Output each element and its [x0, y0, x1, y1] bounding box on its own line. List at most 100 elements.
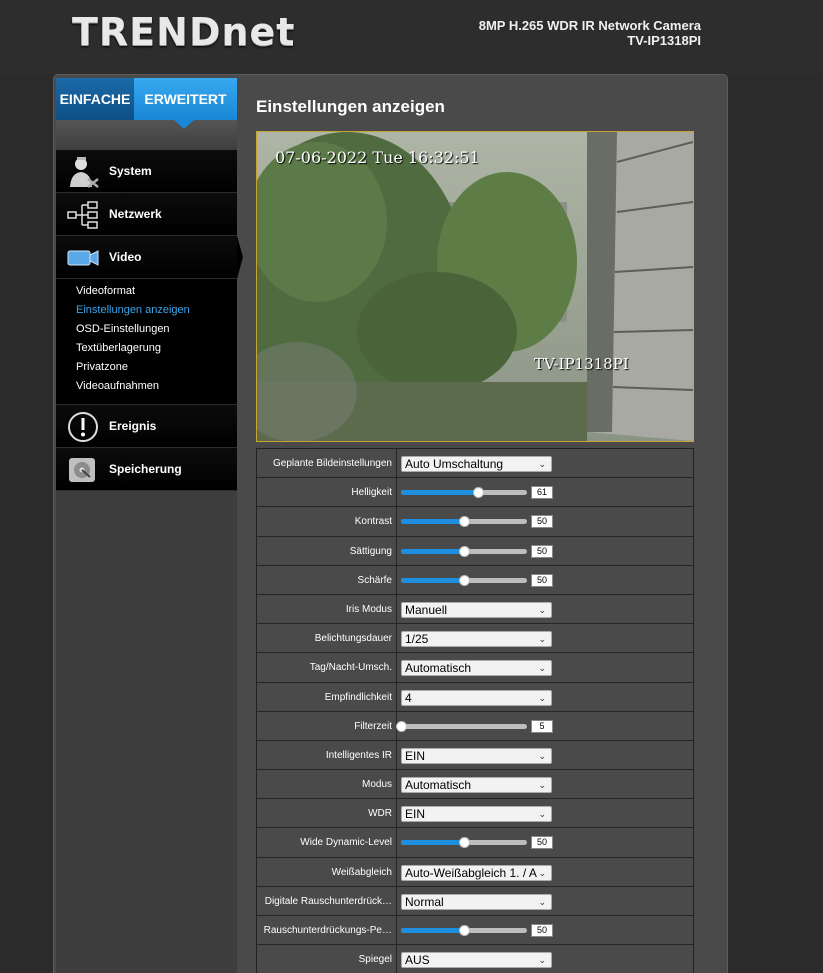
settings-row: Modus Automatisch ⌄	[257, 770, 693, 800]
setting-select[interactable]: Automatisch ⌄	[401, 660, 552, 677]
setting-select[interactable]: Manuell ⌄	[401, 601, 552, 618]
submenu-item-osd-settings[interactable]: OSD-Einstellungen	[56, 320, 237, 339]
storage-disk-icon	[69, 458, 95, 482]
setting-control-cell: Normal ⌄	[397, 887, 693, 915]
settings-row: Intelligentes IR EIN ⌄	[257, 740, 693, 771]
slider-fill	[401, 840, 464, 846]
settings-row: WDR EIN ⌄	[257, 799, 693, 829]
select-value: 4	[405, 690, 412, 705]
sidebar-item-label: Ereignis	[109, 419, 157, 433]
setting-slider[interactable]	[401, 516, 527, 528]
sidebar-item-video[interactable]: Video	[56, 236, 243, 279]
chevron-down-icon: ⌄	[538, 692, 546, 703]
sidebar-item-label: Speicherung	[109, 462, 182, 476]
setting-control-cell: AUS ⌄	[397, 945, 693, 973]
submenu-item-text-overlay[interactable]: Textüberlagerung	[56, 339, 237, 358]
page-title: Einstellungen anzeigen	[256, 97, 445, 116]
chevron-down-icon: ⌄	[538, 634, 546, 645]
video-submenu: Videoformat Einstellungen anzeigen OSD-E…	[56, 279, 237, 405]
setting-control-cell: 50	[397, 828, 693, 856]
setting-slider[interactable]	[401, 487, 527, 499]
settings-row: Wide Dynamic-Level 50	[257, 828, 693, 858]
settings-row: Rauschunterdrückungs-Pe… 50	[257, 916, 693, 946]
setting-label: Belichtungsdauer	[257, 624, 397, 653]
setting-select[interactable]: Normal ⌄	[401, 893, 552, 910]
slider-handle[interactable]	[459, 925, 470, 936]
slider-handle[interactable]	[396, 720, 407, 732]
setting-select[interactable]: EIN ⌄	[401, 806, 552, 823]
sidebar-item-event[interactable]: Ereignis	[56, 405, 237, 448]
setting-label: Empfindlichkeit	[257, 682, 397, 711]
setting-slider[interactable]	[401, 545, 527, 557]
sidebar-item-label: Netzwerk	[109, 207, 162, 221]
tab-simple[interactable]: EINFACHE	[56, 78, 134, 120]
slider-value-field[interactable]: 50	[531, 515, 553, 529]
setting-select[interactable]: Auto Umschaltung ⌄	[401, 456, 552, 472]
sidebar-nav: System Netzwerk Video Videoformat Einste…	[56, 150, 243, 491]
setting-select[interactable]: AUS ⌄	[401, 952, 552, 969]
camera-scene-image	[257, 132, 693, 441]
submenu-item-display-settings[interactable]: Einstellungen anzeigen	[56, 301, 237, 320]
admin-user-icon	[70, 157, 99, 188]
setting-control-cell: 50	[397, 507, 693, 535]
slider-handle[interactable]	[459, 545, 470, 557]
setting-select[interactable]: EIN ⌄	[401, 747, 552, 764]
slider-value-field[interactable]: 61	[531, 486, 553, 500]
setting-label: Geplante Bildeinstellungen	[257, 449, 397, 478]
chevron-down-icon: ⌄	[538, 809, 546, 820]
slider-value-field[interactable]: 50	[531, 924, 553, 937]
chevron-down-icon: ⌄	[538, 604, 546, 615]
setting-select[interactable]: Auto-Weißabgleich 1. / A ⌄	[401, 864, 552, 881]
setting-slider[interactable]	[401, 925, 527, 936]
settings-row: Belichtungsdauer 1/25 ⌄	[257, 624, 693, 654]
tab-advanced[interactable]: ERWEITERT	[134, 78, 237, 120]
setting-slider[interactable]	[401, 837, 527, 849]
setting-control-cell: Auto Umschaltung ⌄	[397, 449, 693, 477]
chevron-down-icon: ⌄	[538, 955, 546, 966]
chevron-down-icon: ⌄	[538, 750, 546, 761]
setting-control-cell: Automatisch ⌄	[397, 770, 693, 798]
sidebar-item-system[interactable]: System	[56, 150, 237, 193]
setting-label: Modus	[257, 770, 397, 799]
slider-handle[interactable]	[472, 487, 484, 499]
slider-handle[interactable]	[459, 837, 470, 849]
slider-value-field[interactable]: 50	[531, 836, 553, 850]
sidebar-item-storage[interactable]: Speicherung	[56, 448, 237, 491]
tab-shade	[56, 120, 237, 150]
setting-select[interactable]: 1/25 ⌄	[401, 631, 552, 648]
submenu-item-video-format[interactable]: Videoformat	[56, 282, 237, 301]
setting-label: Spiegel	[257, 945, 397, 973]
settings-row: Digitale Rauschunterdrück… Normal ⌄	[257, 886, 693, 916]
sidebar-item-network[interactable]: Netzwerk	[56, 193, 237, 236]
settings-row: Sättigung 50	[257, 536, 693, 566]
chevron-down-icon: ⌄	[538, 780, 546, 791]
setting-slider[interactable]	[401, 574, 527, 586]
chevron-down-icon: ⌄	[538, 867, 546, 878]
mode-tabs: EINFACHE ERWEITERT	[56, 78, 237, 120]
video-camera-icon	[67, 250, 99, 266]
camera-model: 8MP H.265 WDR IR Network Camera TV-IP131…	[479, 18, 701, 48]
settings-row: Helligkeit 61	[257, 478, 693, 508]
osd-timestamp: 07-06-2022 Tue 16:32:51	[275, 148, 480, 167]
submenu-item-privacy-zone[interactable]: Privatzone	[56, 358, 237, 377]
select-value: Normal	[405, 894, 444, 909]
setting-control-cell: EIN ⌄	[397, 799, 693, 827]
slider-handle[interactable]	[459, 574, 470, 586]
image-settings-table: Geplante Bildeinstellungen Auto Umschaltu…	[256, 448, 694, 973]
setting-slider[interactable]	[396, 720, 527, 732]
setting-select[interactable]: Automatisch ⌄	[401, 777, 552, 794]
slider-value-field[interactable]: 50	[531, 573, 553, 587]
setting-label: Filterzeit	[257, 711, 397, 740]
chevron-down-icon: ⌄	[538, 896, 546, 907]
settings-row: Empfindlichkeit 4 ⌄	[257, 682, 693, 712]
setting-control-cell: 4 ⌄	[397, 683, 693, 711]
slider-value-field[interactable]: 5	[531, 719, 553, 733]
submenu-item-video-recording[interactable]: Videoaufnahmen	[56, 377, 237, 396]
model-number: TV-IP1318PI	[627, 33, 701, 48]
setting-control-cell: 5	[396, 712, 693, 740]
slider-value-field[interactable]: 50	[531, 544, 553, 558]
setting-label: Intelligentes IR	[257, 740, 397, 770]
slider-handle[interactable]	[459, 516, 470, 528]
setting-control-cell: 61	[397, 478, 693, 506]
setting-select[interactable]: 4 ⌄	[401, 689, 552, 706]
